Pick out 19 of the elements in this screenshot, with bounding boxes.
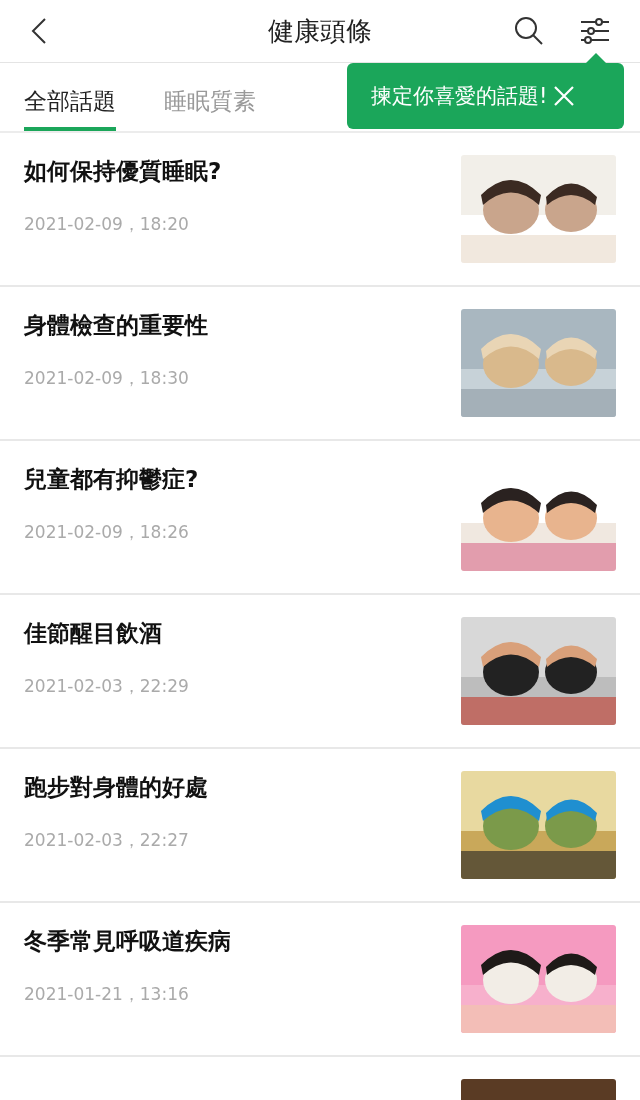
page-title: 健康頭條 <box>268 14 372 48</box>
back-icon[interactable] <box>31 17 47 45</box>
article-title[interactable]: 冬季常見呼吸道疾病 <box>24 926 231 957</box>
article-date: 2021-02-03，22:27 <box>24 829 189 852</box>
article-title[interactable]: 跑步對身體的好處 <box>24 772 208 803</box>
filter-icon[interactable] <box>580 18 610 44</box>
search-icon[interactable] <box>514 16 544 46</box>
article-title[interactable]: 佳節醒目飲酒 <box>24 618 162 649</box>
topic-tab[interactable]: 全部話題 <box>24 63 116 131</box>
article-title[interactable]: 如何保持優質睡眠? <box>24 156 222 187</box>
article-date: 2021-02-09，18:20 <box>24 213 189 236</box>
article-date: 2021-02-09，18:30 <box>24 367 189 390</box>
article-date: 2021-02-09，18:26 <box>24 521 189 544</box>
article-title[interactable]: 身體檢查的重要性 <box>24 310 208 341</box>
tooltip-text: 揀定你喜愛的話題! <box>371 83 548 110</box>
close-icon[interactable] <box>553 85 576 107</box>
article-date: 2021-01-21，13:16 <box>24 983 189 1006</box>
article-date: 2021-02-03，22:29 <box>24 675 189 698</box>
article-title[interactable]: 兒童都有抑鬱症? <box>24 464 199 495</box>
